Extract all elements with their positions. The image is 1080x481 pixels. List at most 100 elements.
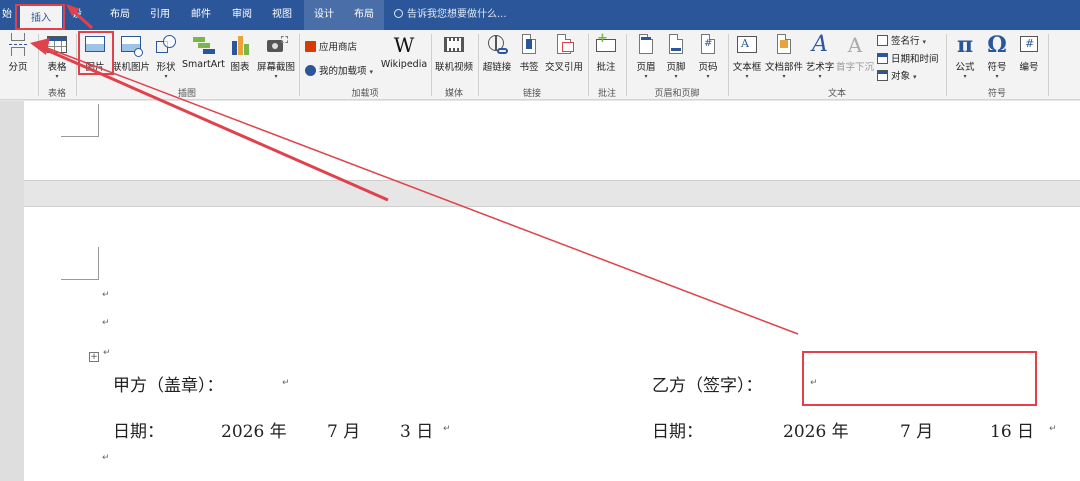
group-separator [728, 34, 729, 96]
app-store-button[interactable]: 应用商店 [305, 39, 357, 53]
group-label-tables: 表格 [47, 89, 66, 99]
signature-icon [877, 35, 888, 46]
shapes-icon [154, 33, 178, 57]
party-a-label: 甲方（盖章）： [113, 376, 224, 396]
hyperlink-button[interactable]: 超链接 [482, 33, 512, 73]
header-button[interactable]: 页眉 ▾ [632, 33, 660, 81]
wikipedia-button[interactable]: W Wikipedia [380, 33, 428, 70]
drop-cap-icon: A [847, 33, 863, 57]
cross-reference-icon [552, 33, 576, 57]
drop-cap-button[interactable]: A 首字下沉 [836, 33, 874, 73]
crop-mark [61, 104, 99, 137]
date-label-b: 日期： [652, 422, 703, 442]
date-time-button[interactable]: 日期和时间 [877, 51, 939, 65]
store-icon [305, 41, 316, 52]
highlight-picture-button [78, 31, 114, 75]
online-picture-button[interactable]: 联机图片 [112, 33, 150, 73]
highlight-insert-tab [15, 4, 65, 30]
chevron-down-icon: ▾ [818, 73, 822, 80]
paragraph-mark: ↵ [102, 318, 110, 328]
new-comment-button[interactable]: + 批注 [592, 32, 620, 73]
tab-references[interactable]: 引用 [144, 0, 176, 30]
chart-icon [228, 33, 252, 57]
tab-view[interactable]: 视图 [266, 0, 298, 30]
chevron-down-icon: ▾ [274, 73, 278, 80]
screenshot-button[interactable]: 屏幕截图 ▾ [256, 33, 296, 81]
chevron-down-icon: ▾ [55, 73, 59, 80]
paragraph-mark: ↵ [443, 424, 451, 434]
table-move-handle-icon[interactable]: + [89, 352, 99, 362]
my-addins-button[interactable]: 我的加载项 ▾ [305, 63, 373, 77]
chevron-down-icon: ▾ [913, 73, 917, 81]
chevron-down-icon: ▾ [674, 73, 678, 80]
chevron-down-icon: ▾ [995, 73, 999, 80]
page-break-button[interactable]: 分页 [2, 33, 34, 73]
tab-table-layout[interactable]: 布局 [344, 0, 384, 30]
equation-button[interactable]: π 公式 ▾ [950, 33, 980, 81]
tab-home[interactable]: 始 [0, 0, 14, 30]
group-label-header-footer: 页眉和页脚 [654, 89, 700, 99]
addins-icon [305, 65, 316, 76]
group-label-media: 媒体 [444, 89, 463, 99]
quick-parts-button[interactable]: 文档部件 ▾ [764, 33, 804, 81]
wordart-icon: A [812, 32, 828, 57]
party-b-label: 乙方（签字）： [652, 376, 763, 396]
tab-mailings[interactable]: 邮件 [184, 0, 218, 30]
chart-button[interactable]: 图表 [226, 33, 254, 73]
number-icon: # [1017, 33, 1041, 57]
smartart-button[interactable]: SmartArt [182, 33, 225, 70]
wikipedia-icon: W [393, 33, 415, 57]
wordart-button[interactable]: A 艺术字 ▾ [805, 33, 835, 81]
online-picture-icon [119, 33, 143, 57]
table-icon [45, 33, 69, 57]
chevron-down-icon: ▾ [963, 73, 967, 80]
symbol-button[interactable]: Ω 符号 ▾ [982, 33, 1012, 81]
globe-link-icon [485, 33, 509, 57]
signature-line-button[interactable]: 签名行 ▾ [877, 33, 926, 47]
footer-icon [664, 33, 688, 57]
paragraph-mark: ↵ [102, 453, 110, 463]
video-icon [442, 33, 466, 57]
pi-icon: π [956, 32, 974, 58]
group-separator [38, 34, 39, 96]
tell-me-text: 告诉我您想要做什么... [407, 9, 507, 20]
tab-review[interactable]: 审阅 [226, 0, 258, 30]
bookmark-button[interactable]: 书签 [516, 33, 542, 73]
group-separator [626, 34, 627, 96]
chevron-down-icon: ▾ [782, 73, 786, 80]
text-box-button[interactable]: A 文本框 ▾ [732, 33, 762, 81]
table-button[interactable]: 表格 ▾ [42, 33, 72, 81]
tab-table-design[interactable]: 设计 [304, 0, 344, 30]
tab-layout[interactable]: 布局 [104, 0, 136, 30]
group-label-text: 文本 [827, 89, 846, 99]
chevron-down-icon: ▾ [644, 73, 648, 80]
calendar-icon [877, 53, 888, 64]
footer-button[interactable]: 页脚 ▾ [662, 33, 690, 81]
header-icon [634, 33, 658, 57]
group-separator [1048, 34, 1049, 96]
group-label-illustrations: 插图 [177, 89, 196, 99]
lightbulb-icon [394, 9, 403, 18]
ribbon: 分页 表格 ▾ 表格 图片 联机图片 形状 ▾ SmartArt 图表 屏幕截图… [0, 30, 1080, 100]
date-a-month: 7 月 [327, 422, 361, 442]
paragraph-mark: ↵ [1049, 424, 1057, 434]
bookmark-icon [517, 33, 541, 57]
chevron-down-icon: ▾ [706, 73, 710, 80]
omega-icon: Ω [987, 32, 1007, 58]
page-number-button[interactable]: # 页码 ▾ [694, 33, 722, 81]
date-b-day: 16 日 [990, 422, 1035, 442]
numbering-button[interactable]: # 编号 [1014, 33, 1044, 73]
shapes-button[interactable]: 形状 ▾ [152, 33, 180, 81]
ribbon-tab-bar: 始 插入 设 布局 引用 邮件 审阅 视图 设计 布局 告诉我您想要做什么... [0, 0, 1080, 30]
text-box-icon: A [735, 33, 759, 57]
group-label-symbols: 符号 [987, 89, 1006, 99]
tell-me-box[interactable]: 告诉我您想要做什么... [394, 0, 507, 30]
highlight-signature-area [802, 351, 1037, 406]
left-margin-bar [0, 101, 24, 481]
tab-design[interactable]: 设 [66, 0, 88, 30]
document-page-previous[interactable] [24, 101, 1080, 181]
object-button[interactable]: 对象 ▾ [877, 68, 917, 82]
cross-reference-button[interactable]: 交叉引用 [544, 33, 584, 73]
camera-icon [264, 33, 288, 57]
online-video-button[interactable]: 联机视频 [434, 33, 474, 73]
